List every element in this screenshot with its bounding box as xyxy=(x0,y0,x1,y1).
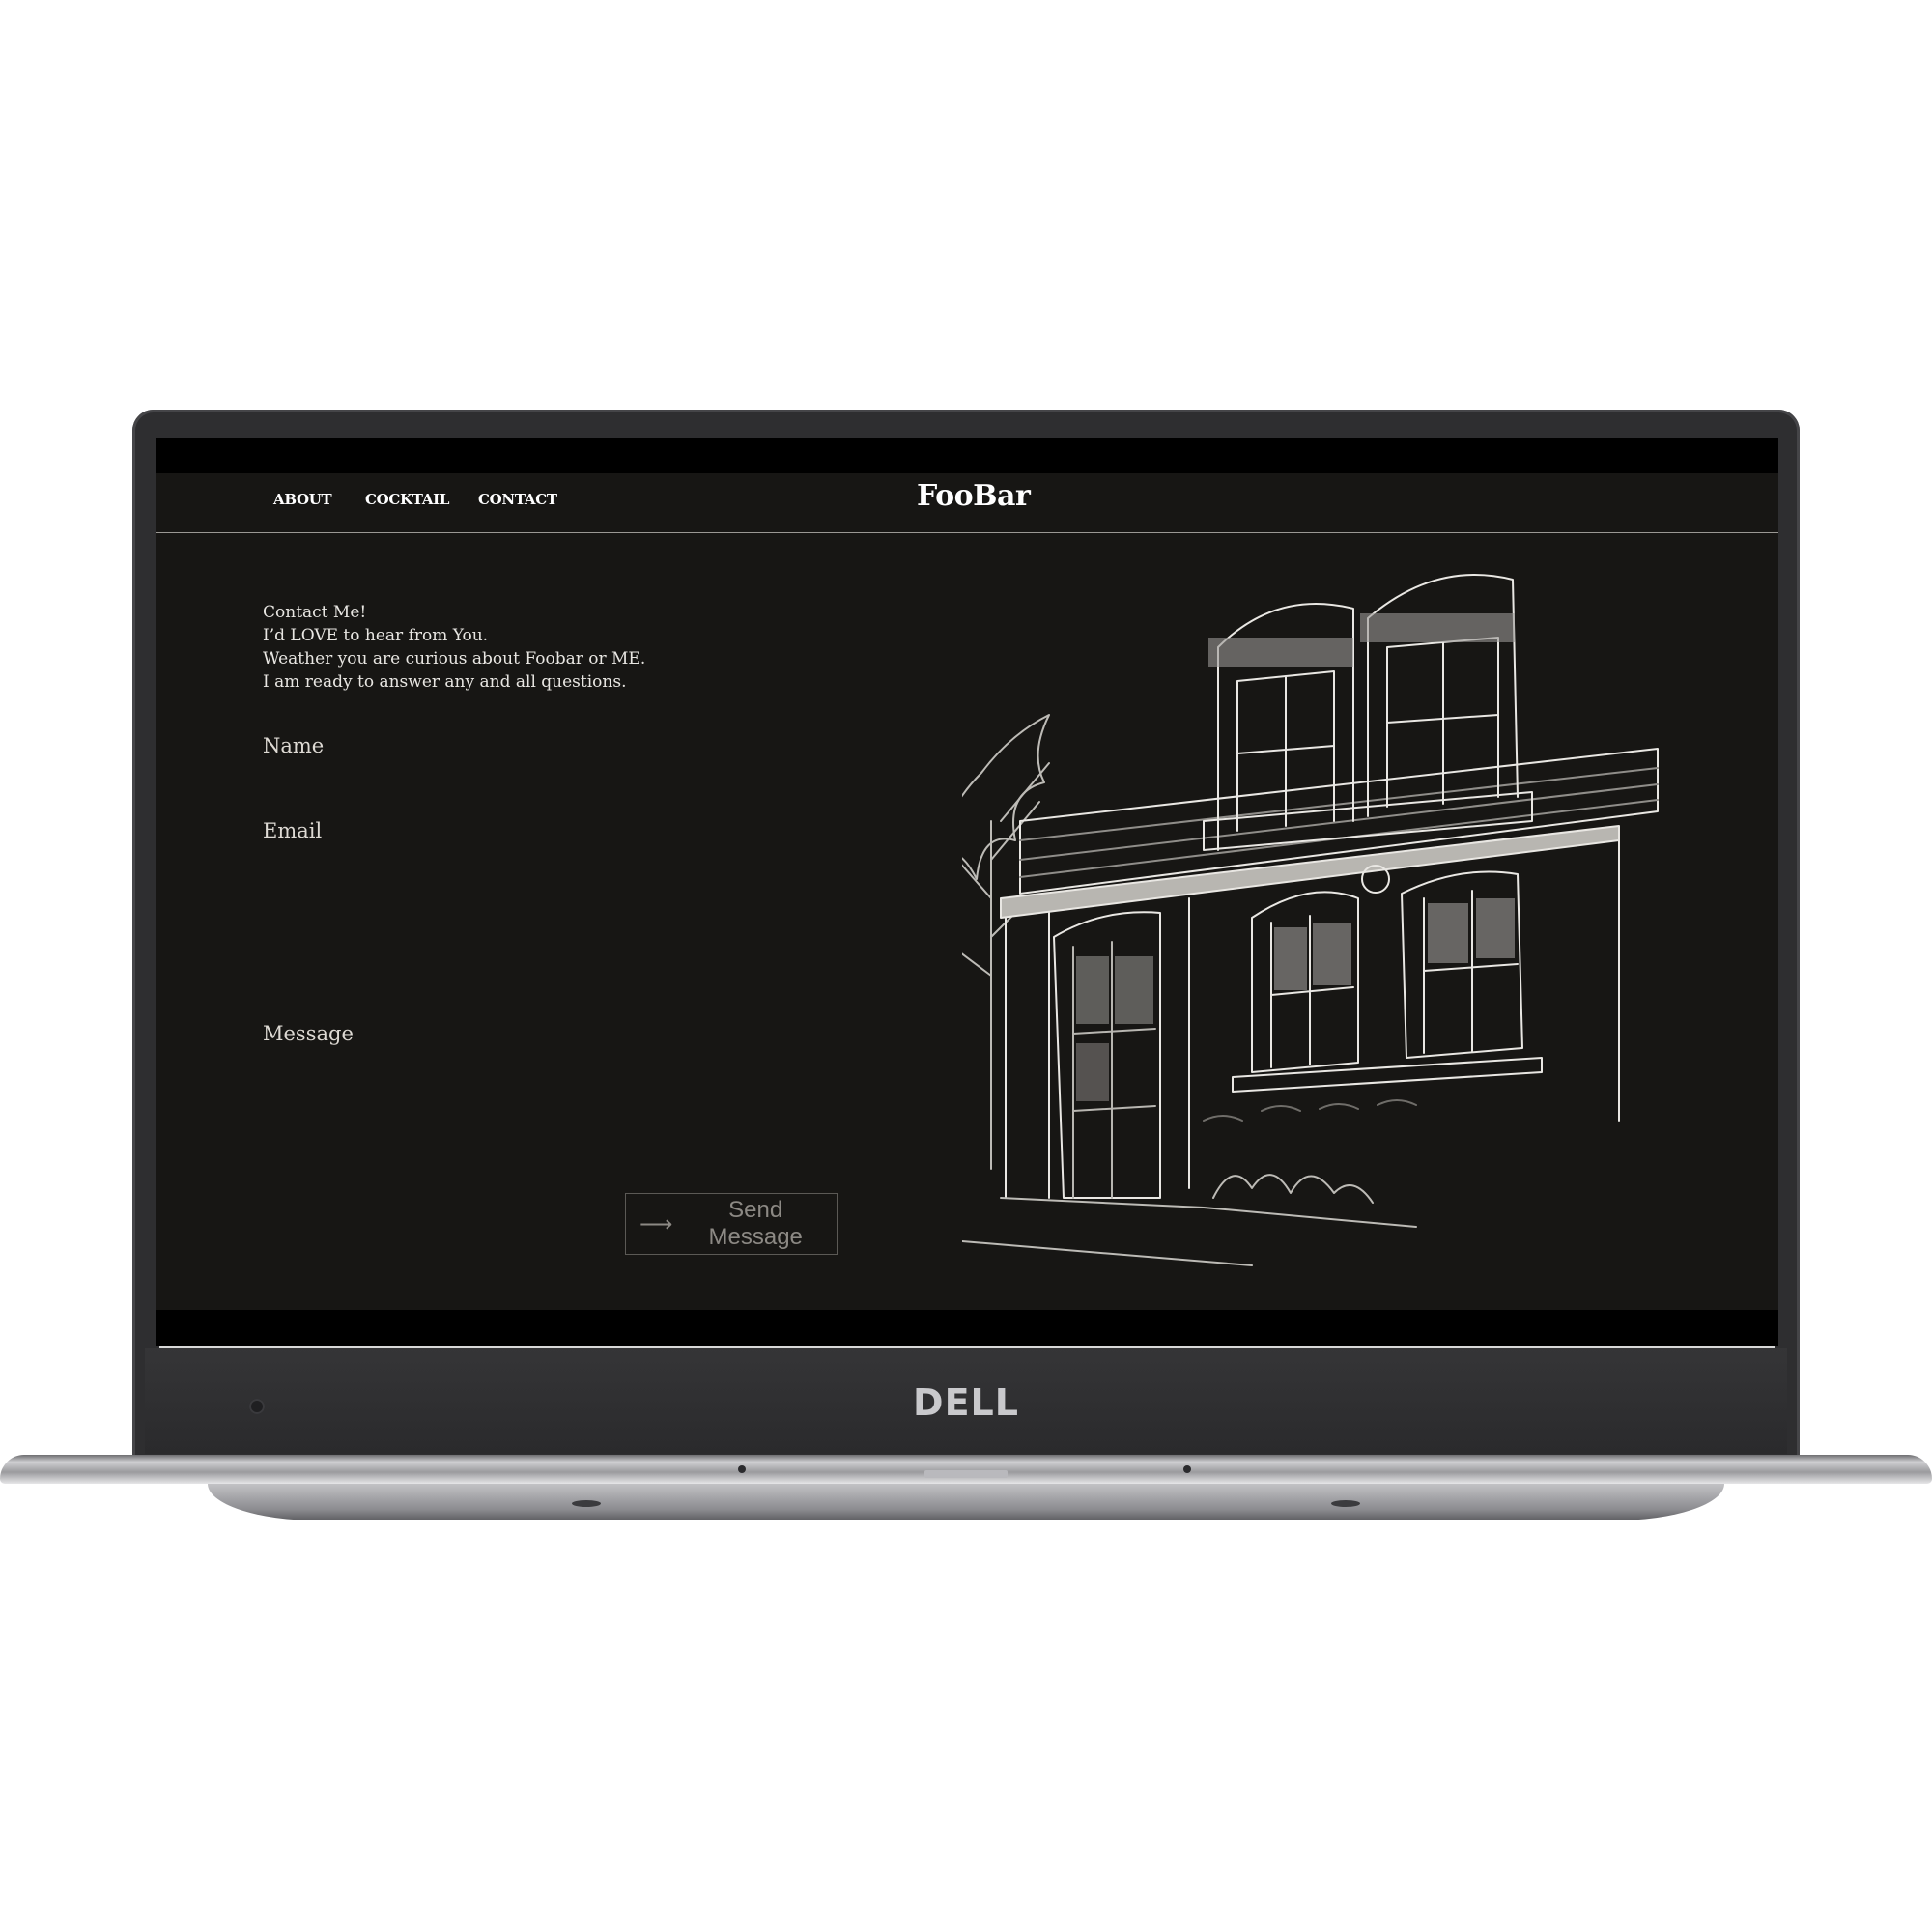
intro-line: I’d LOVE to hear from You. xyxy=(263,626,489,645)
email-input[interactable] xyxy=(263,848,1001,889)
laptop-foot xyxy=(1331,1500,1360,1507)
brand-logo: DELL xyxy=(913,1381,1019,1424)
website: ABOUT COCKTAIL CONTACT FooBar Contact Me… xyxy=(156,473,1778,1310)
webcam xyxy=(249,1399,265,1414)
storefront-sketch xyxy=(962,574,1659,1266)
nav-about[interactable]: ABOUT xyxy=(273,491,332,508)
intro-line: Contact Me! xyxy=(263,603,367,622)
laptop-foot xyxy=(572,1500,601,1507)
message-label: Message xyxy=(263,1022,354,1045)
hinge-dot xyxy=(738,1465,746,1473)
lid-notch xyxy=(924,1470,1008,1478)
intro-line: Weather you are curious about Foobar or … xyxy=(263,649,646,668)
nav-contact[interactable]: CONTACT xyxy=(478,491,557,508)
hinge-dot xyxy=(1183,1465,1191,1473)
send-message-button[interactable]: ⟶ Send Message xyxy=(625,1193,838,1255)
message-textarea[interactable] xyxy=(263,1053,1001,1173)
laptop-base xyxy=(0,1455,1932,1484)
name-input[interactable] xyxy=(263,763,1001,804)
name-label: Name xyxy=(263,734,325,757)
send-message-label: Send Message xyxy=(708,1197,803,1250)
top-navbar: ABOUT COCKTAIL CONTACT FooBar xyxy=(156,473,1778,533)
contact-intro: Contact Me! I’d LOVE to hear from You. W… xyxy=(263,601,765,694)
intro-line: I am ready to answer any and all questio… xyxy=(263,672,627,692)
site-logo[interactable]: FooBar xyxy=(917,479,1031,513)
nav-cocktail[interactable]: COCKTAIL xyxy=(365,491,449,508)
arrow-right-icon: ⟶ xyxy=(639,1210,673,1237)
laptop-base-underside xyxy=(208,1484,1724,1520)
email-label: Email xyxy=(263,819,323,842)
